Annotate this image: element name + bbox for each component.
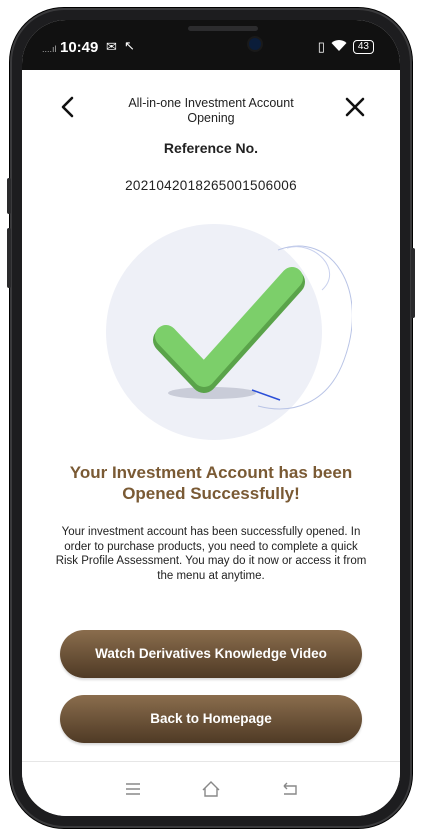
mail-icon: ✉ [106, 39, 117, 54]
return-icon[interactable] [278, 778, 300, 800]
phone-frame: ....ıl 10:49 ✉ ↖ ▯ 43 All-in-one Investm… [7, 8, 415, 828]
success-illustration [106, 224, 352, 440]
page-header: All-in-one Investment Account Opening [22, 70, 400, 150]
battery-indicator: 43 [352, 40, 374, 54]
screen: ....ıl 10:49 ✉ ↖ ▯ 43 All-in-one Investm… [22, 20, 400, 816]
reference-label: Reference No. [163, 140, 259, 156]
signal-dots: ....ıl [42, 44, 57, 54]
reference-number: 20210420182650015060​06 [125, 178, 297, 193]
illustration-circle [106, 224, 322, 440]
chevron-left-icon[interactable] [56, 94, 82, 120]
volume-button [7, 178, 11, 214]
menu-icon[interactable] [122, 778, 144, 800]
system-nav-bar [22, 761, 400, 816]
speaker-grille [188, 26, 258, 31]
close-icon[interactable] [342, 94, 368, 120]
status-time: 10:49 [60, 39, 99, 56]
front-camera [249, 38, 261, 50]
back-to-homepage-button[interactable]: Back to Homepage [60, 695, 362, 743]
page-title: All-in-one Investment Account Opening [112, 96, 310, 126]
vibrate-icon: ▯ [317, 39, 325, 54]
success-title: Your Investment Account has been Opened … [52, 462, 370, 504]
status-bar: ....ıl 10:49 ✉ ↖ ▯ 43 [22, 20, 400, 70]
main-content: All-in-one Investment Account Opening Re… [22, 70, 400, 762]
success-title-line-1: Your Investment Account has been [69, 463, 353, 482]
success-description: Your investment account has been success… [55, 526, 367, 582]
status-icons: ▯ 43 [318, 39, 374, 55]
title-line-2: Opening [187, 111, 235, 125]
success-title-line-2: Opened Successfully! [122, 484, 300, 503]
volume-button-lower [7, 228, 11, 288]
home-icon[interactable] [200, 778, 222, 800]
wifi-icon [331, 39, 347, 55]
title-line-1: All-in-one Investment Account [128, 96, 294, 110]
power-button [411, 248, 415, 318]
location-icon: ↖ [124, 38, 135, 53]
watch-video-button[interactable]: Watch Derivatives Knowledge Video [60, 630, 362, 678]
